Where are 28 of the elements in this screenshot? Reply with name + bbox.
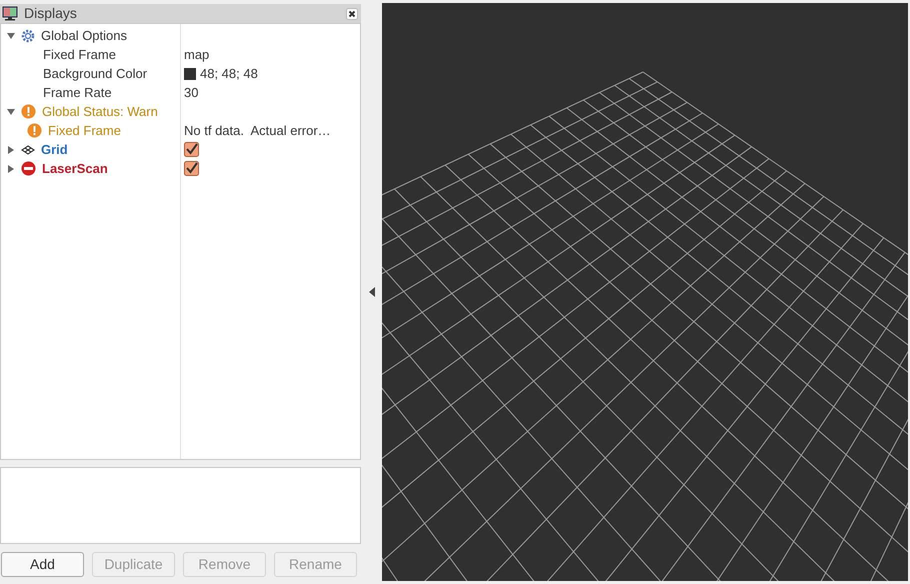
property-value[interactable]: 48; 48; 48 [200,64,258,84]
expanded-arrow-icon[interactable] [7,108,15,116]
property-value[interactable]: 30 [184,82,198,102]
checkbox[interactable] [184,161,199,176]
grid-icon [21,144,35,154]
close-icon[interactable] [346,8,358,20]
display-label[interactable]: Background Color [43,64,148,84]
expanded-arrow-icon[interactable] [7,32,15,40]
3d-viewport[interactable] [382,3,908,581]
warning-icon [21,104,36,119]
error-icon [21,161,36,176]
property-value[interactable]: map [184,44,210,64]
gear-icon [21,28,35,42]
display-label[interactable]: Fixed Frame [43,44,116,64]
collapsed-arrow-icon[interactable] [7,146,15,154]
warning-icon [27,123,42,138]
collapse-arrow-icon[interactable] [368,287,374,297]
collapsed-arrow-icon[interactable] [7,164,15,172]
checkbox[interactable] [184,142,199,157]
panel-title: Displays [24,4,78,23]
color-swatch[interactable] [184,68,196,80]
property-value[interactable]: No tf data. Actual error… [184,120,331,140]
display-label[interactable]: Grid [41,140,68,160]
display-label[interactable]: LaserScan [42,158,108,178]
display-label[interactable]: Global Options [41,26,127,46]
monitor-icon [2,6,18,21]
display-label[interactable]: Frame Rate [43,82,112,102]
panel-button[interactable]: Add [1,552,84,577]
